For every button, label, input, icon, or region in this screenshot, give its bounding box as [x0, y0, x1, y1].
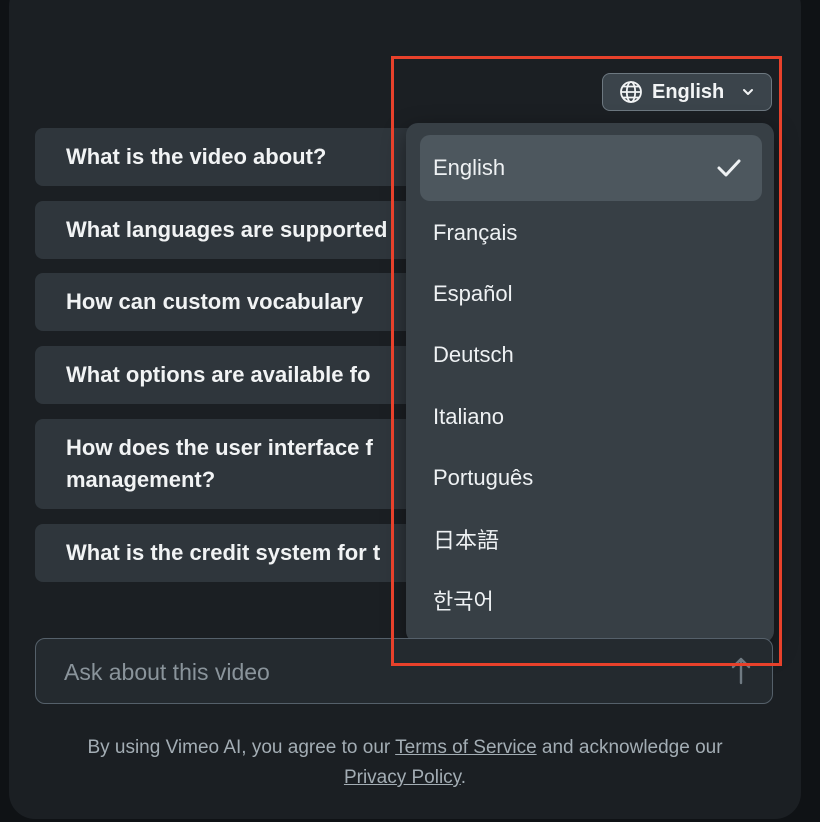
language-option-label: Deutsch — [433, 342, 514, 367]
language-option-label: Français — [433, 220, 518, 245]
language-select-button[interactable]: English — [602, 73, 772, 111]
language-option-korean[interactable]: 한국어 — [420, 567, 762, 633]
chevron-down-icon — [741, 85, 755, 99]
ask-input-container — [35, 638, 773, 704]
disclaimer-middle: and acknowledge our — [536, 737, 723, 758]
suggested-question-text: What languages are supported — [66, 217, 388, 242]
arrow-up-icon[interactable] — [728, 653, 754, 687]
globe-icon — [619, 80, 643, 104]
language-option-french[interactable]: Français — [420, 200, 762, 266]
language-dropdown-menu: English Français Español Deutsch Italian… — [406, 123, 774, 643]
terms-of-service-link[interactable]: Terms of Service — [395, 737, 536, 758]
language-option-german[interactable]: Deutsch — [420, 322, 762, 388]
terms-disclaimer: By using Vimeo AI, you agree to our Term… — [35, 733, 775, 793]
language-option-italian[interactable]: Italiano — [420, 384, 762, 450]
language-option-label: 日本語 — [433, 528, 500, 553]
language-option-japanese[interactable]: 日本語 — [420, 506, 762, 572]
checkmark-icon — [716, 157, 742, 179]
privacy-policy-link[interactable]: Privacy Policy — [344, 767, 461, 788]
suggested-question-text: How can custom vocabulary — [66, 289, 364, 314]
language-option-label: English — [433, 155, 506, 180]
disclaimer-suffix: . — [460, 767, 467, 788]
disclaimer-prefix: By using Vimeo AI, you agree to our — [87, 737, 396, 758]
language-option-label: 한국어 — [433, 589, 494, 614]
language-option-label: Italiano — [433, 404, 504, 429]
language-option-spanish[interactable]: Español — [420, 261, 762, 327]
language-option-english[interactable]: English — [420, 135, 762, 201]
suggested-question-text: What is the video about? — [66, 144, 327, 169]
language-option-label: Português — [433, 465, 534, 490]
language-option-label: Español — [433, 281, 513, 306]
ask-input[interactable] — [62, 649, 706, 695]
language-select-label: English — [652, 80, 725, 103]
language-option-portuguese[interactable]: Português — [420, 445, 762, 511]
suggested-question-text: What options are available fo — [66, 362, 371, 387]
suggested-question-text: What is the credit system for t — [66, 540, 381, 565]
